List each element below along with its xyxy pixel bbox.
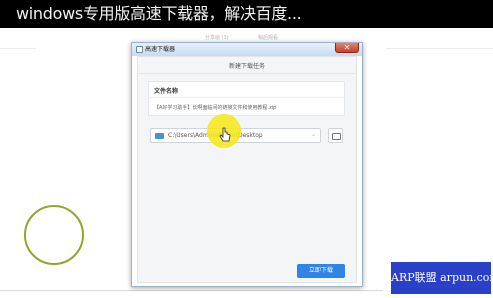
file-name-label: 文件名称 [154,88,179,95]
heading-divider [138,73,356,74]
video-title-bar: windows专用版高速下载器，解决百度... [0,0,493,28]
dialog-heading: 新建下载任务 [228,63,265,70]
close-icon: ✕ [343,43,351,52]
app-icon [136,46,143,53]
new-task-panel: 新建下载任务 文件名称 【A好学习助手】长啊面临间的链接文件和使用教程.zip … [137,56,357,283]
card-divider [149,97,344,98]
divider-left [0,48,36,49]
downloader-window: 高速下载器 ✕ 新建下载任务 文件名称 【A好学习助手】长啊面临间的链接文件和使… [131,42,363,287]
divider-right [386,48,493,49]
annotation-circle [24,205,84,265]
download-now-button[interactable]: 立即下载 [297,264,345,278]
browse-folder-button[interactable] [328,128,343,143]
close-button[interactable]: ✕ [335,43,359,53]
browse-folder-icon [332,133,341,140]
cursor-icon [219,127,231,142]
window-titlebar[interactable]: 高速下载器 ✕ [132,43,362,56]
share-label[interactable]: 分享给 (3) [205,34,229,41]
watermark-logo: ARP联盟 arpun.com [391,262,493,294]
file-card: 文件名称 【A好学习助手】长啊面临间的链接文件和使用教程.zip [148,81,345,116]
folder-icon [155,133,164,139]
file-name-value: 【A好学习助手】长啊面临间的链接文件和使用教程.zip [154,105,277,111]
chevron-down-icon[interactable]: ⌄ [311,130,316,140]
video-title[interactable]: windows专用版高速下载器，解决百度... [16,4,302,24]
watch-later-label[interactable]: 稍后观看 [258,34,278,41]
divider-bottom [0,290,383,291]
window-title: 高速下载器 [145,46,176,53]
